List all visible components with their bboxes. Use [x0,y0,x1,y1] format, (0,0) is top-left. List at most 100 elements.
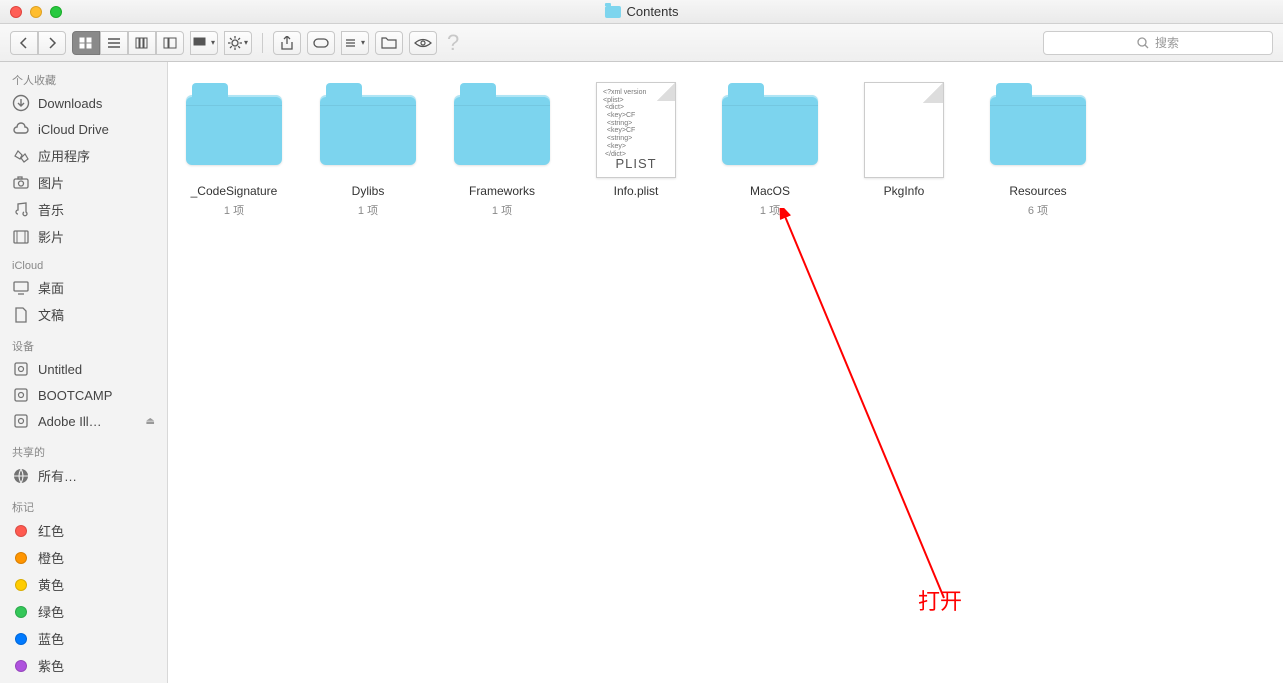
quicklook-button[interactable] [409,31,437,55]
folder-icon [318,82,418,178]
sidebar-item[interactable]: Untitled [0,356,167,382]
sidebar-section-header: 设备 [0,334,167,356]
sidebar-section-header: iCloud [0,256,167,274]
sidebar-item[interactable]: 影片 [0,223,167,250]
eject-icon[interactable]: ⏏ [146,416,155,427]
file-item[interactable]: _CodeSignature 1 项 [184,82,284,218]
sidebar-item-label: BOOTCAMP [38,388,112,403]
icon-view-button[interactable] [72,31,100,55]
file-subtitle: 1 项 [184,202,284,218]
help-icon[interactable]: ? [443,30,463,56]
column-view-button[interactable] [128,31,156,55]
sidebar-item[interactable]: 应用程序 [0,142,167,169]
sidebar-item[interactable]: 橙色 [0,544,167,571]
file-name: Frameworks [452,184,552,200]
file-grid: _CodeSignature1 项Dylibs1 项Frameworks1 项<… [178,82,1273,218]
annotation-text: 打开 [918,584,962,616]
gallery-view-button[interactable] [156,31,184,55]
apps-icon [12,147,30,165]
sidebar-item[interactable]: 所有… [0,462,167,489]
search-input[interactable]: 搜索 [1043,31,1273,55]
titlebar: Contents [0,0,1283,24]
cloud-icon [12,120,30,138]
new-folder-button[interactable] [375,31,403,55]
tag-dot-icon [12,603,30,621]
folder-icon [604,6,620,18]
zoom-button[interactable] [50,6,62,18]
sidebar-item-label: 图片 [38,173,64,192]
back-button[interactable] [10,31,38,55]
sidebar-item[interactable]: 图片 [0,169,167,196]
sidebar-item-label: 文稿 [38,305,64,324]
file-subtitle: 1 项 [452,202,552,218]
tag-dot-icon [12,576,30,594]
file-icon [854,82,954,178]
sidebar-section-header: 共享的 [0,440,167,462]
globe-icon [12,467,30,485]
sidebar-item[interactable]: 紫色 [0,652,167,679]
sidebar-item[interactable]: Adobe Ill…⏏ [0,408,167,434]
disk-icon [12,386,30,404]
nav-buttons [10,31,66,55]
sidebar-item[interactable]: BOOTCAMP [0,382,167,408]
tag-dot-icon [12,522,30,540]
forward-button[interactable] [38,31,66,55]
file-name: _CodeSignature [184,184,284,200]
sidebar-item[interactable]: 绿色 [0,598,167,625]
file-item[interactable]: Dylibs1 项 [318,82,418,218]
sidebar-item[interactable]: 黄色 [0,571,167,598]
sidebar-item-label: 绿色 [38,602,64,621]
share-button[interactable] [273,31,301,55]
window-title-text: Contents [626,4,678,19]
search-icon [1137,37,1149,49]
disk-icon [12,412,30,430]
sidebar: 个人收藏Downloads iCloud Drive 应用程序图片音乐影片 iClou… [0,62,168,683]
dropdown-button[interactable]: ▾ [341,31,369,55]
sidebar-item[interactable]: 文稿 [0,301,167,328]
view-mode-buttons [72,31,184,55]
file-name: Info.plist [586,184,686,200]
file-item[interactable]: Resources6 项 [988,82,1088,218]
folder-icon [720,82,820,178]
tag-dot-icon [12,657,30,675]
action-button[interactable]: ▾ [224,31,252,55]
window-title: Contents [604,4,678,19]
sidebar-item[interactable]: 红色 [0,517,167,544]
file-name: Dylibs [318,184,418,200]
content-area[interactable]: _CodeSignature1 项Dylibs1 项Frameworks1 项<… [168,62,1283,683]
sidebar-item-label: 蓝色 [38,629,64,648]
sidebar-item[interactable]: 灰色 [0,679,167,683]
file-item[interactable]: MacOS 1 项 [720,82,820,218]
close-button[interactable] [10,6,22,18]
file-item[interactable]: <?xml version<plist> <dict> <key>CF <str… [586,82,686,218]
body: 个人收藏Downloads iCloud Drive 应用程序图片音乐影片 iClou… [0,62,1283,683]
sidebar-item-label: 音乐 [38,200,64,219]
sidebar-item-label: 桌面 [38,278,64,297]
folder-icon [452,82,552,178]
traffic-lights [0,6,62,18]
sidebar-item[interactable]: 蓝色 [0,625,167,652]
file-item[interactable]: PkgInfo [854,82,954,218]
tag-dot-icon [12,549,30,567]
sidebar-item-label: 黄色 [38,575,64,594]
tag-dot-icon [12,630,30,648]
camera-icon [12,174,30,192]
sidebar-section-header: 个人收藏 [0,68,167,90]
sidebar-item-label: Untitled [38,362,82,377]
minimize-button[interactable] [30,6,42,18]
toolbar: ▾ ▾ ▾ ? 搜索 [0,24,1283,62]
file-name: MacOS [720,184,820,200]
sidebar-item[interactable]: Downloads [0,90,167,116]
folder-icon [988,82,1088,178]
tags-button[interactable] [307,31,335,55]
file-subtitle: 1 项 [720,202,820,218]
sidebar-item[interactable]: 桌面 [0,274,167,301]
list-view-button[interactable] [100,31,128,55]
file-name: PkgInfo [854,184,954,200]
sidebar-item[interactable]: 音乐 [0,196,167,223]
sidebar-item-label: iCloud Drive [38,122,109,137]
file-item[interactable]: Frameworks 1 项 [452,82,552,218]
search-placeholder: 搜索 [1155,34,1179,51]
arrange-button[interactable]: ▾ [190,31,218,55]
sidebar-item[interactable]: iCloud Drive [0,116,167,142]
